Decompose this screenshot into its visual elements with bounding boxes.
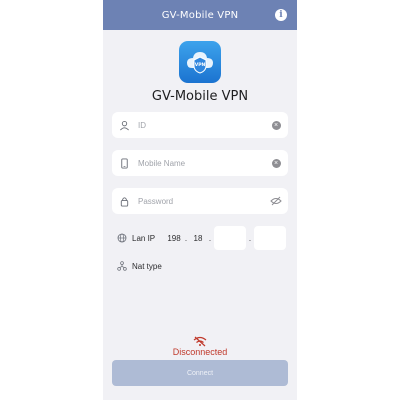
clear-icon: × bbox=[271, 158, 281, 168]
clear-id-button[interactable]: × bbox=[264, 120, 288, 130]
ip-separator: . bbox=[248, 233, 252, 243]
ip-separator: . bbox=[184, 233, 188, 243]
phone-icon bbox=[112, 157, 136, 169]
vpn-cloud-icon: VPN bbox=[187, 52, 213, 74]
lan-ip-octet-4-input[interactable] bbox=[254, 226, 286, 250]
eye-off-icon bbox=[270, 196, 282, 206]
lan-ip-row: Lan IP 198 . 18 . . bbox=[112, 226, 292, 250]
lan-ip-octet-3-input[interactable] bbox=[214, 226, 246, 250]
connection-status: Disconnected bbox=[172, 347, 228, 357]
id-field[interactable]: × bbox=[112, 112, 288, 138]
clear-mobile-name-button[interactable]: × bbox=[264, 158, 288, 168]
connect-button[interactable]: Connect bbox=[112, 360, 288, 386]
nat-type-row: Nat type bbox=[112, 259, 162, 273]
clear-icon: × bbox=[271, 120, 281, 130]
globe-icon bbox=[112, 233, 132, 243]
mobile-name-input[interactable] bbox=[136, 158, 264, 168]
id-input[interactable] bbox=[136, 120, 264, 130]
app-name: GV-Mobile VPN bbox=[151, 89, 249, 104]
password-field[interactable] bbox=[112, 188, 288, 214]
lock-icon bbox=[112, 196, 136, 207]
nat-type-label: Nat type bbox=[132, 261, 162, 271]
lan-ip-octet-2[interactable]: 18 bbox=[190, 234, 206, 243]
svg-text:VPN: VPN bbox=[195, 62, 206, 68]
title-bar-text: GV-Mobile VPN bbox=[161, 9, 239, 21]
network-nodes-icon bbox=[112, 261, 132, 271]
info-icon[interactable]: i bbox=[275, 9, 287, 21]
lan-ip-octet-1[interactable]: 198 bbox=[166, 234, 182, 243]
toggle-password-visibility-button[interactable] bbox=[264, 196, 288, 206]
app-logo: VPN bbox=[179, 41, 221, 83]
user-icon bbox=[112, 120, 136, 131]
mobile-name-field[interactable]: × bbox=[112, 150, 288, 176]
title-bar: GV-Mobile VPN i bbox=[103, 0, 297, 30]
ip-separator: . bbox=[208, 233, 212, 243]
app-screen: GV-Mobile VPN i VPN GV-Mobile VPN × × bbox=[103, 0, 297, 400]
lan-ip-label: Lan IP bbox=[132, 233, 156, 243]
password-input[interactable] bbox=[136, 196, 264, 206]
